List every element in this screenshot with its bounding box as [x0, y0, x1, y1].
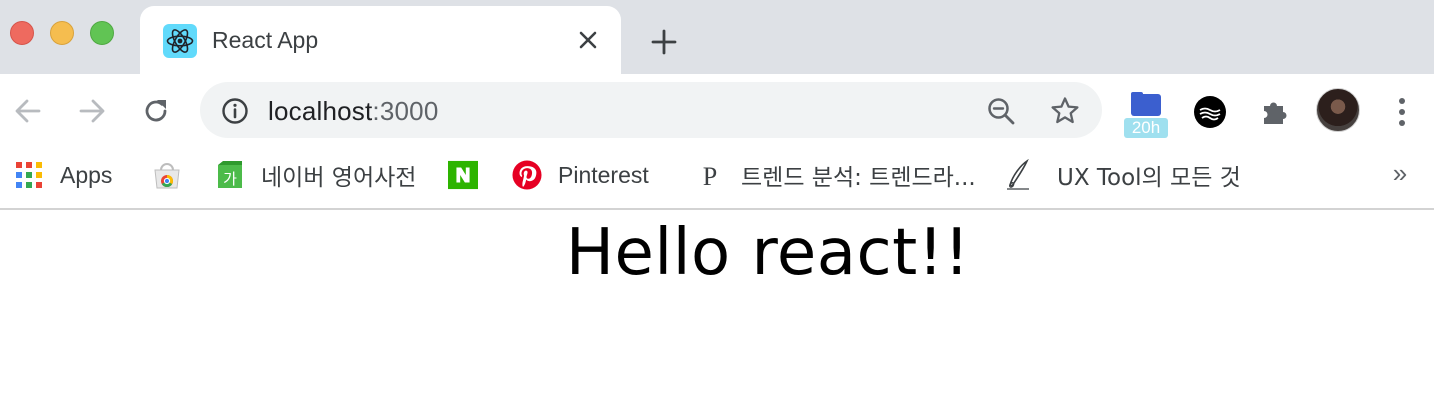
naver-dictionary-icon: 가 — [215, 160, 245, 190]
bookmark-star-button[interactable] — [1046, 92, 1084, 130]
kebab-menu-icon — [1399, 98, 1405, 126]
new-tab-button[interactable] — [646, 24, 682, 60]
naver-icon — [448, 160, 478, 190]
svg-text:P: P — [703, 162, 717, 190]
page-viewport: Hello react!! — [0, 212, 1434, 410]
timer-extension-button[interactable]: 20h — [1124, 90, 1168, 138]
tab-react-app[interactable]: React App — [140, 6, 621, 74]
bookmark-trend-analysis[interactable]: P 트렌드 분석: 트렌드라... — [695, 158, 976, 192]
bookmark-apps[interactable]: Apps — [14, 158, 112, 192]
reload-button[interactable] — [136, 91, 176, 131]
arrow-right-icon — [79, 99, 105, 123]
tab-title: React App — [212, 27, 319, 53]
bookmark-label: Pinterest — [558, 161, 649, 188]
window-maximize-button[interactable] — [90, 21, 114, 45]
chrome-web-store-icon — [152, 160, 182, 190]
back-button[interactable] — [8, 91, 48, 131]
bookmark-label: Apps — [60, 161, 113, 188]
extensions-button[interactable] — [1252, 90, 1296, 134]
p-letter-icon: P — [695, 160, 725, 190]
bookmark-pinterest[interactable]: Pinterest — [512, 158, 649, 192]
forward-button[interactable] — [72, 91, 112, 131]
bookmarks-bar: Apps 가 네이버 영어사전 Pinterest P 트렌드 분석: 트렌드라… — [0, 148, 1434, 210]
plus-icon — [651, 29, 677, 55]
pinterest-icon — [512, 160, 542, 190]
window-close-button[interactable] — [10, 21, 34, 45]
url-text[interactable]: localhost:3000 — [268, 96, 439, 127]
svg-text:가: 가 — [223, 170, 237, 188]
pen-nib-icon — [1003, 159, 1033, 190]
url-host: localhost — [268, 96, 373, 126]
wave-extension-button[interactable] — [1188, 90, 1232, 134]
star-icon — [1051, 97, 1079, 124]
bookmark-chrome-web-store[interactable] — [152, 158, 198, 192]
folder-icon — [1131, 92, 1161, 116]
close-icon — [579, 31, 597, 49]
page-heading: Hello react!! — [565, 216, 971, 290]
waves-icon — [1194, 96, 1226, 128]
profile-avatar[interactable] — [1316, 88, 1360, 132]
apps-grid-icon — [14, 160, 44, 190]
bookmark-label: UX Tool의 모든 것 — [1057, 165, 1241, 191]
timer-badge: 20h — [1124, 118, 1168, 138]
tab-close-button[interactable] — [574, 26, 602, 54]
window-minimize-button[interactable] — [50, 21, 74, 45]
bookmark-label: 네이버 영어사전 — [261, 165, 417, 191]
url-port: :3000 — [372, 96, 439, 126]
address-bar[interactable]: localhost:3000 — [200, 82, 1102, 138]
react-logo-icon — [163, 24, 197, 58]
bookmark-ux-tool[interactable]: UX Tool의 모든 것 — [1003, 158, 1241, 192]
bookmark-naver[interactable] — [448, 158, 494, 192]
chrome-menu-button[interactable] — [1380, 90, 1424, 134]
bookmark-naver-dictionary[interactable]: 가 네이버 영어사전 — [215, 158, 416, 192]
zoom-out-icon — [988, 98, 1015, 125]
tab-strip: React App — [0, 0, 1434, 74]
arrow-left-icon — [15, 99, 41, 123]
zoom-button[interactable] — [982, 92, 1020, 130]
puzzle-icon — [1264, 102, 1287, 124]
bookmark-label: 트렌드 분석: 트렌드라... — [741, 165, 976, 191]
browser-toolbar: localhost:3000 20h — [0, 74, 1434, 148]
reload-icon — [145, 100, 167, 122]
more-bookmarks-button[interactable]: » — [1384, 156, 1416, 190]
site-info-icon[interactable] — [220, 96, 250, 126]
